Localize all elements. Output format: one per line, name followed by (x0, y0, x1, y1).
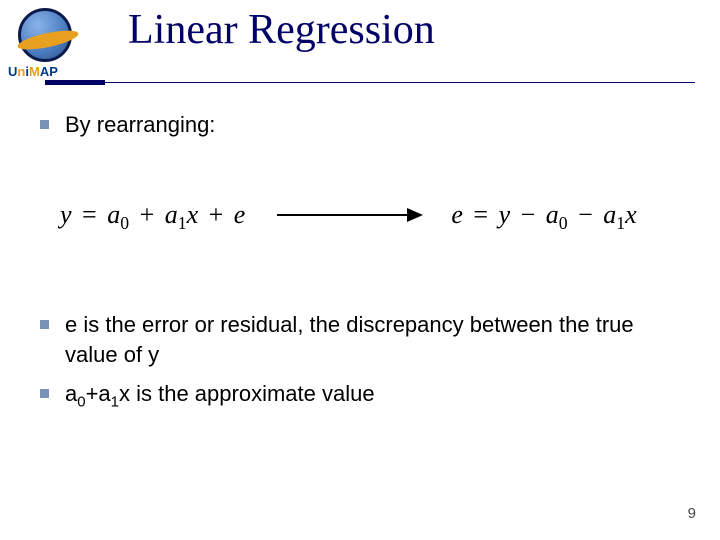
bullet-icon (40, 389, 49, 398)
bullet-text: e is the error or residual, the discrepa… (65, 310, 690, 369)
eq-sub: 0 (120, 213, 129, 233)
eq-sub: 1 (178, 213, 187, 233)
list-item: By rearranging: (40, 110, 690, 140)
eq-var: a (603, 200, 616, 229)
logo-letter: P (49, 64, 58, 79)
equation-row: y = a0 + a1x + e e = y − a0 − a1x (40, 200, 690, 230)
eq-op: = (469, 200, 492, 229)
bullet-part: x is the approximate value (119, 381, 375, 406)
logo: UniMAP (8, 8, 96, 86)
bullet-part: a (65, 381, 77, 406)
logo-globe-icon (18, 8, 72, 62)
equation-left: y = a0 + a1x + e (60, 200, 245, 230)
bullet-text: By rearranging: (65, 110, 215, 140)
arrow-icon (277, 208, 423, 222)
eq-var: a (546, 200, 559, 229)
eq-var: y (60, 200, 72, 229)
eq-sub: 0 (559, 213, 568, 233)
content-top: By rearranging: (40, 110, 690, 150)
eq-var: x (187, 200, 199, 229)
eq-op: + (205, 200, 228, 229)
eq-op: − (517, 200, 540, 229)
eq-var: y (499, 200, 511, 229)
eq-op: − (574, 200, 597, 229)
logo-letter: U (8, 64, 17, 79)
equation-right: e = y − a0 − a1x (451, 200, 636, 230)
bullet-icon (40, 320, 49, 329)
eq-sub: 1 (616, 213, 625, 233)
bullet-text: a0+a1x is the approximate value (65, 379, 375, 409)
list-item: a0+a1x is the approximate value (40, 379, 690, 409)
page-title: Linear Regression (128, 6, 435, 54)
bullet-icon (40, 120, 49, 129)
bullet-sub: 0 (77, 394, 85, 411)
logo-letter: M (29, 64, 40, 79)
eq-op: = (78, 200, 101, 229)
eq-var: e (234, 200, 246, 229)
logo-band-icon (16, 27, 80, 54)
title-underline (45, 80, 685, 86)
logo-text: UniMAP (8, 64, 96, 79)
eq-var: a (165, 200, 178, 229)
eq-var: e (451, 200, 463, 229)
logo-letter: A (40, 64, 49, 79)
bullet-sub: 1 (111, 394, 119, 411)
eq-var: a (107, 200, 120, 229)
eq-var: x (625, 200, 637, 229)
page-number: 9 (688, 505, 696, 522)
bullet-part: +a (86, 381, 111, 406)
eq-op: + (136, 200, 159, 229)
content-bottom: e is the error or residual, the discrepa… (40, 310, 690, 419)
list-item: e is the error or residual, the discrepa… (40, 310, 690, 369)
